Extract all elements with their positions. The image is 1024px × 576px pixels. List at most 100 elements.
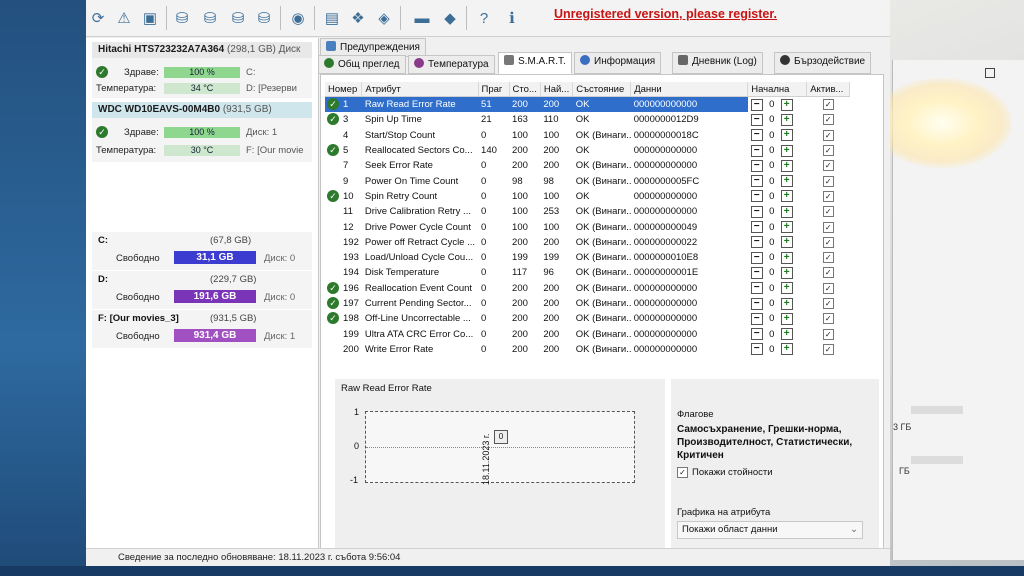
table-row[interactable]: ✓ 5 Reallocated Sectors Co... 140 200 200 OK 00… bbox=[325, 143, 850, 158]
disk-card-1[interactable]: Hitachi HTS723232A7A364 (298,1 GB) Диск … bbox=[92, 42, 312, 98]
plus-icon[interactable]: + bbox=[780, 113, 793, 126]
checkbox-icon[interactable]: ✓ bbox=[677, 467, 688, 478]
initial-value[interactable]: 0 bbox=[765, 130, 779, 141]
maximize-icon[interactable] bbox=[985, 68, 995, 78]
plus-icon[interactable]: + bbox=[780, 98, 793, 111]
initial-stepper[interactable]: −0 + bbox=[750, 98, 793, 111]
initial-value[interactable]: 0 bbox=[765, 252, 779, 263]
minus-icon[interactable]: − bbox=[750, 113, 763, 126]
table-row[interactable]: 7 Seek Error Rate 0 200 200 OK (Винаги... 0000… bbox=[325, 158, 850, 173]
active-checkbox[interactable]: ✓ bbox=[822, 129, 834, 141]
tab-log[interactable]: Дневник (Log) bbox=[672, 52, 763, 74]
graph-select[interactable]: Покажи област данни ⌄ bbox=[677, 521, 863, 539]
table-row[interactable]: 12 Drive Power Cycle Count 0 100 100 OK (Вина… bbox=[325, 219, 850, 234]
initial-value[interactable]: 0 bbox=[765, 222, 779, 233]
initial-stepper[interactable]: −0 + bbox=[750, 312, 793, 325]
table-row[interactable]: ✓ 198 Off-Line Uncorrectable ... 0 200 200 OK … bbox=[325, 311, 850, 326]
initial-value[interactable]: 0 bbox=[765, 313, 779, 324]
initial-stepper[interactable]: −0 + bbox=[750, 190, 793, 203]
disk-card-2[interactable]: WDC WD10EAVS-00M4B0 (931,5 GB) ✓ Здраве:… bbox=[92, 102, 312, 162]
initial-stepper[interactable]: −0 + bbox=[750, 266, 793, 279]
table-row[interactable]: ✓ 3 Spin Up Time 21 163 110 OK 0000000012D9−0 + ✓ bbox=[325, 112, 850, 127]
col-state[interactable]: Състояние bbox=[572, 82, 632, 97]
tab-performance[interactable]: Бързодействие bbox=[774, 52, 872, 74]
initial-stepper[interactable]: −0 + bbox=[750, 236, 793, 249]
initial-stepper[interactable]: −0 + bbox=[750, 282, 793, 295]
table-row[interactable]: ✓ 196 Reallocation Event Count 0 200 200 OK (В… bbox=[325, 281, 850, 296]
show-values-checkbox[interactable]: ✓ Покажи стойности bbox=[677, 467, 773, 478]
active-checkbox[interactable]: ✓ bbox=[822, 221, 834, 233]
disk-icon[interactable]: ⛁ bbox=[254, 8, 274, 28]
network-icon[interactable]: ❖ bbox=[348, 8, 368, 28]
table-row[interactable]: 192 Power off Retract Cycle ... 0 200 200 OK … bbox=[325, 235, 850, 250]
active-checkbox[interactable]: ✓ bbox=[822, 160, 834, 172]
globe-icon[interactable]: ◉ bbox=[288, 8, 308, 28]
help-icon[interactable]: ? bbox=[474, 8, 494, 28]
active-checkbox[interactable]: ✓ bbox=[822, 298, 834, 309]
plus-icon[interactable]: + bbox=[780, 251, 793, 264]
active-checkbox[interactable]: ✓ bbox=[822, 252, 834, 264]
active-checkbox[interactable]: ✓ bbox=[822, 343, 834, 355]
table-row[interactable]: 193 Load/Unload Cycle Cou... 0 199 199 OK (Ви… bbox=[325, 250, 850, 265]
active-checkbox[interactable]: ✓ bbox=[822, 145, 834, 157]
table-row[interactable]: 199 Ultra ATA CRC Error Co... 0 200 200 OK (В… bbox=[325, 326, 850, 341]
initial-value[interactable]: 0 bbox=[765, 191, 779, 202]
tab-temperature[interactable]: Температура bbox=[408, 55, 495, 74]
plus-icon[interactable]: + bbox=[780, 144, 793, 157]
disk-icon[interactable]: ⛁ bbox=[200, 8, 220, 28]
plus-icon[interactable]: + bbox=[780, 312, 793, 325]
active-checkbox[interactable]: ✓ bbox=[822, 267, 834, 279]
unregistered-link[interactable]: Unregistered version, please register. bbox=[554, 7, 777, 21]
col-active[interactable]: Актив... bbox=[806, 82, 851, 97]
initial-value[interactable]: 0 bbox=[765, 160, 779, 171]
minus-icon[interactable]: − bbox=[750, 312, 763, 325]
tab-info[interactable]: Информация bbox=[574, 52, 662, 74]
minus-icon[interactable]: − bbox=[750, 221, 763, 234]
plus-icon[interactable]: + bbox=[780, 129, 793, 142]
active-checkbox[interactable]: ✓ bbox=[822, 99, 834, 111]
volume-c[interactable]: C: (67,8 GB) Свободно 31,1 GB Диск: 0 bbox=[92, 232, 312, 270]
minus-icon[interactable]: − bbox=[750, 144, 763, 157]
refresh-icon[interactable]: ⟳ bbox=[88, 8, 108, 28]
minus-icon[interactable]: − bbox=[750, 129, 763, 142]
minus-icon[interactable]: − bbox=[750, 159, 763, 172]
initial-value[interactable]: 0 bbox=[765, 176, 779, 187]
initial-value[interactable]: 0 bbox=[765, 206, 779, 217]
active-checkbox[interactable]: ✓ bbox=[822, 282, 834, 294]
initial-stepper[interactable]: −0 + bbox=[750, 129, 793, 142]
initial-stepper[interactable]: −0 + bbox=[750, 221, 793, 234]
initial-stepper[interactable]: −0 + bbox=[750, 297, 793, 310]
table-row[interactable]: 9 Power On Time Count 0 98 98 OK (Винаги... 00… bbox=[325, 173, 850, 188]
minus-icon[interactable]: − bbox=[750, 266, 763, 279]
tab-smart[interactable]: S.M.A.R.T. bbox=[498, 52, 572, 74]
initial-value[interactable]: 0 bbox=[765, 99, 779, 110]
minus-icon[interactable]: − bbox=[750, 251, 763, 264]
initial-stepper[interactable]: −0 + bbox=[750, 205, 793, 218]
initial-stepper[interactable]: −0 + bbox=[750, 328, 793, 341]
col-attribute[interactable]: Атрибут bbox=[361, 82, 479, 97]
active-checkbox[interactable]: ✓ bbox=[822, 313, 834, 325]
col-initial[interactable]: Начална bbox=[747, 82, 808, 97]
plus-icon[interactable]: + bbox=[780, 221, 793, 234]
plus-icon[interactable]: + bbox=[780, 266, 793, 279]
initial-value[interactable]: 0 bbox=[765, 298, 779, 309]
col-worst[interactable]: Най... bbox=[540, 82, 574, 97]
minus-icon[interactable]: − bbox=[750, 343, 763, 356]
plus-icon[interactable]: + bbox=[780, 175, 793, 188]
plus-icon[interactable]: + bbox=[780, 282, 793, 295]
active-checkbox[interactable]: ✓ bbox=[822, 175, 834, 187]
warning-icon[interactable]: ⚠ bbox=[114, 8, 134, 28]
active-checkbox[interactable]: ✓ bbox=[822, 206, 834, 218]
table-row[interactable]: 194 Disk Temperature 0 117 96 OK (Винаги... 00… bbox=[325, 265, 850, 280]
initial-stepper[interactable]: −0 + bbox=[750, 251, 793, 264]
plus-icon[interactable]: + bbox=[780, 205, 793, 218]
minus-icon[interactable]: − bbox=[750, 236, 763, 249]
active-checkbox[interactable]: ✓ bbox=[822, 328, 834, 340]
volume-d[interactable]: D: (229,7 GB) Свободно 191,6 GB Диск: 0 bbox=[92, 271, 312, 309]
initial-value[interactable]: 0 bbox=[765, 145, 779, 156]
initial-value[interactable]: 0 bbox=[765, 283, 779, 294]
col-value[interactable]: Сто... bbox=[509, 82, 541, 97]
initial-value[interactable]: 0 bbox=[765, 267, 779, 278]
col-data[interactable]: Данни bbox=[630, 82, 749, 97]
initial-stepper[interactable]: −0 + bbox=[750, 343, 793, 356]
